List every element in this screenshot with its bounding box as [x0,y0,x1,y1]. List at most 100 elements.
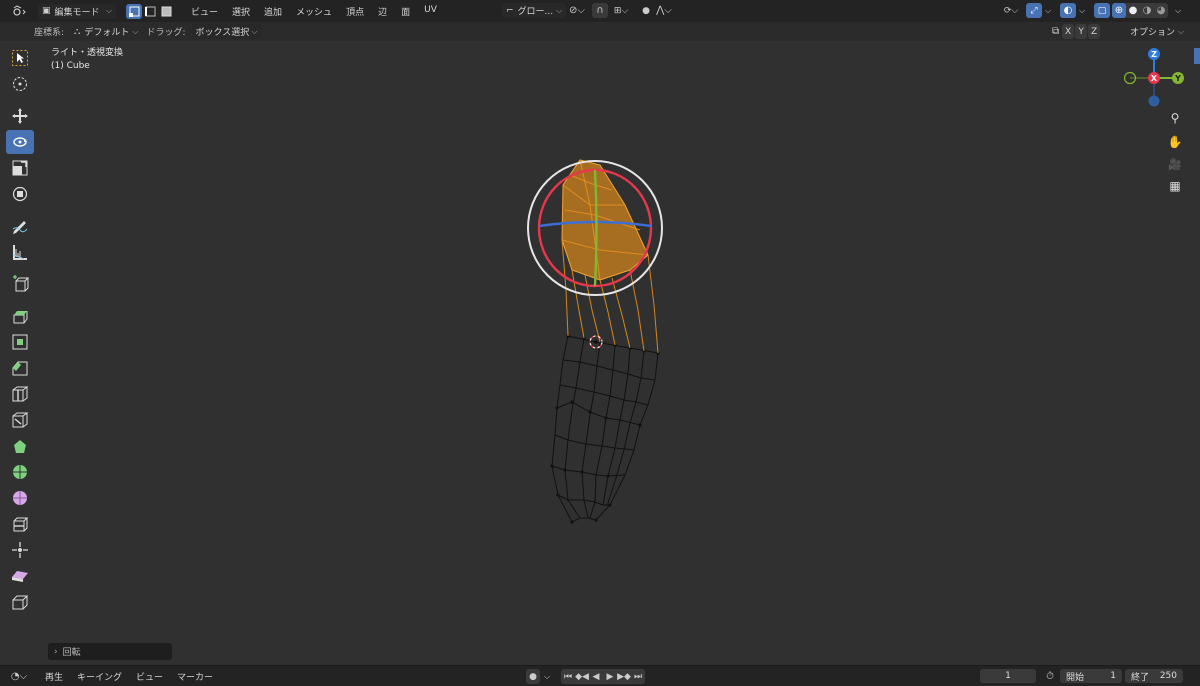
snap-toggle-button[interactable]: ∩ [592,3,608,18]
poly-build-tool[interactable] [6,434,34,458]
wireframe-shading-button[interactable]: ⊕ [1112,3,1126,18]
scale-tool[interactable] [6,156,34,180]
edge-slide-icon [13,517,29,532]
menu-edge[interactable]: 辺 [378,5,387,18]
edge-slide-tool[interactable] [6,512,34,536]
move-tool[interactable] [6,104,34,128]
frame-end-label: 終了 [1131,672,1150,683]
transform-tool[interactable] [6,182,34,206]
rendered-shading-button[interactable]: ◕ [1154,3,1168,18]
loop-cut-tool[interactable] [6,382,34,406]
select-box-icon [12,50,28,66]
transform-orientation-dropdown[interactable]: ⌐ グロー... ⌵ [502,3,566,18]
rip-region-tool[interactable] [6,590,34,614]
mode-dropdown[interactable]: ▣ 編集モード ⌵ [38,3,116,19]
pan-button[interactable]: ✋ [1165,132,1185,152]
coordinate-system-dropdown[interactable]: ⛬ デフォルト ⌵ [70,24,142,39]
annotate-tool[interactable] [6,214,34,238]
auto-keying-button[interactable]: ● [526,669,540,684]
menu-marker[interactable]: マーカー [177,670,213,683]
menu-vertex[interactable]: 頂点 [346,5,364,18]
solid-sphere-icon: ● [1128,5,1138,16]
rotate-icon [13,137,27,147]
last-operation-panel[interactable]: › 回転 [48,643,172,660]
drag-dropdown[interactable]: ボックス選択 ⌵ [191,24,262,39]
mode-label: 編集モード [54,7,100,18]
measure-tool[interactable] [6,240,34,264]
gizmo-visibility-button[interactable]: ⟳⌵ [1000,3,1022,18]
falloff-button[interactable]: ⋀⌵ [654,3,674,18]
loop-cut-icon [12,386,29,402]
pencil-icon [12,221,28,234]
inset-tool[interactable] [6,330,34,354]
face-select-button[interactable] [158,4,174,19]
frame-start-field[interactable]: 開始 1 [1060,669,1122,683]
vertex-select-icon [128,6,139,17]
shrink-fatten-tool[interactable] [6,538,34,562]
use-preview-range-button[interactable]: ⏱ [1042,669,1058,684]
menu-add[interactable]: 追加 [264,5,282,18]
solid-shading-button[interactable]: ● [1126,3,1140,18]
rotate-tool[interactable] [6,130,34,154]
overlay-dropdown-button[interactable]: ⌵ [1042,3,1054,18]
menu-face[interactable]: 面 [401,5,410,18]
menu-playback[interactable]: 再生 [45,670,63,683]
editor-type-button[interactable] [8,4,30,19]
tool-settings-bar: 座標系: ⛬ デフォルト ⌵ ドラッグ: ボックス選択 ⌵ ⧉ X Y Z オプ… [0,22,1200,41]
add-cube-tool[interactable] [6,272,34,296]
menu-uv[interactable]: UV [424,5,437,18]
snap-target-button[interactable]: ⊞⌵ [610,3,632,18]
knife-tool[interactable] [6,408,34,432]
transform-orientation-label: グロー... [517,7,554,17]
overlays-dropdown-button[interactable]: ⌵ [1076,3,1088,18]
cursor-tool[interactable] [6,72,34,96]
current-frame-field[interactable]: 1 [980,669,1036,683]
toggle-xray-button[interactable]: ▢ [1094,3,1110,18]
navigation-gizmo[interactable]: Z X Y [1124,48,1184,108]
coordinate-system-label: 座標系: [34,28,65,38]
bevel-tool[interactable] [6,356,34,380]
options-dropdown[interactable]: オプション ⌵ [1126,24,1188,39]
viewport-header: ▣ 編集モード ⌵ ビュー 選択 追加 メッシュ 頂点 辺 面 UV ⌐ グロー… [0,0,1200,23]
last-operation-label: 回転 [62,648,81,658]
proportional-edit-button[interactable]: ● [638,3,654,18]
vertex-select-button[interactable] [126,3,142,19]
global-orientation-icon: ⌐ [506,5,514,16]
zoom-button[interactable]: ⚲ [1165,108,1185,128]
timeline-editor-type-button[interactable]: ◔⌵ [8,669,30,684]
perspective-toggle-button[interactable]: ▦ [1165,176,1185,196]
mirror-icon: ⧉ [1052,26,1060,37]
menu-mesh[interactable]: メッシュ [296,5,332,18]
play-reverse-button[interactable]: ◀ [589,669,603,684]
mirror-z-button[interactable]: Z [1088,24,1101,39]
shear-tool[interactable] [6,564,34,588]
edge-select-button[interactable] [142,4,158,19]
mirror-y-button[interactable]: Y [1075,24,1088,39]
material-shading-button[interactable]: ◑ [1140,3,1154,18]
play-button[interactable]: ▶ [603,669,617,684]
next-keyframe-icon: ▶◆ [617,671,631,682]
pivot-point-button[interactable]: ⊘⌵ [566,3,588,18]
overlay-toggle-button[interactable]: ⤢ [1026,3,1042,18]
menu-view[interactable]: ビュー [191,5,218,18]
menu-timeline-view[interactable]: ビュー [136,670,163,683]
shading-dropdown-button[interactable]: ⌵ [1172,3,1184,18]
xray-toggle-button[interactable]: ◐ [1060,3,1076,18]
mirror-x-button[interactable]: X [1062,24,1075,39]
next-keyframe-button[interactable]: ▶◆ [617,669,631,684]
jump-end-button[interactable]: ⏭ [631,669,645,684]
camera-view-button[interactable]: 🎥 [1165,154,1185,174]
spin-tool[interactable] [6,460,34,484]
jump-start-button[interactable]: ⏮ [561,669,575,684]
smooth-tool[interactable] [6,486,34,510]
pivot-icon: ⊘⌵ [569,5,585,16]
sidebar-toggle[interactable] [1194,48,1200,64]
extrude-tool[interactable] [6,304,34,328]
select-box-tool[interactable] [6,46,34,70]
prev-keyframe-button[interactable]: ◆◀ [575,669,589,684]
menu-select[interactable]: 選択 [232,5,250,18]
viewport-canvas[interactable] [0,0,1200,686]
keying-set-dropdown[interactable]: ⌵ [541,669,553,684]
menu-keying[interactable]: キーイング [77,670,122,683]
frame-end-field[interactable]: 終了 250 [1125,669,1183,683]
